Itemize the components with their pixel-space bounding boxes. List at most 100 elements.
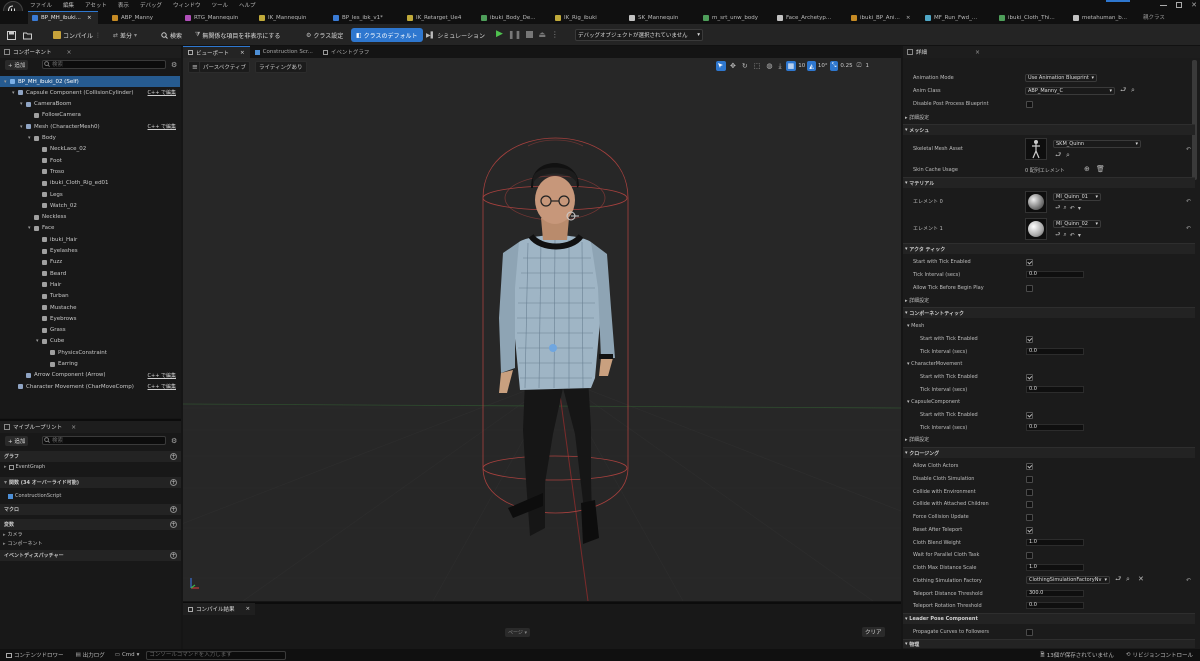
menu-debug[interactable]: デバッグ — [140, 1, 162, 9]
myblueprint-search-input[interactable] — [42, 436, 166, 445]
component-tree-item[interactable]: Earring — [0, 359, 180, 370]
add-icon[interactable]: + — [170, 521, 177, 528]
menu-edit[interactable]: 編集 — [63, 1, 74, 9]
component-search-input[interactable] — [42, 60, 166, 69]
component-tree-item[interactable]: FollowCamera — [0, 110, 180, 121]
page-select[interactable]: ページ ▾ — [505, 628, 530, 637]
animation-mode-select[interactable]: Use Animation Blueprint ▾ — [1025, 74, 1097, 82]
cmd-select[interactable]: ▭ Cmd ▾ — [112, 649, 143, 661]
tab-bp-les-ibk[interactable]: BP_les_ibk_v1* — [329, 11, 387, 24]
reset-icon[interactable]: ↶ — [1186, 198, 1191, 205]
expand-arrow-icon[interactable]: ▸ — [4, 464, 7, 470]
edit-in-cpp-link[interactable]: C++ で編集 — [148, 123, 176, 130]
expand-arrow-icon[interactable]: ▸ — [3, 532, 6, 538]
use-selected-icon[interactable]: ⮐ — [1055, 151, 1061, 162]
tick-interval-input[interactable]: 0.0 — [1026, 271, 1084, 278]
perspective-button[interactable]: パースペクティブ — [199, 61, 251, 73]
reset-icon[interactable]: ↶ — [1070, 232, 1075, 239]
component-tree-item[interactable]: Neckless — [0, 212, 180, 223]
select-mode-icon[interactable] — [716, 61, 726, 71]
scale-snap-icon[interactable]: ⤡ — [829, 61, 839, 71]
mesh-start-tick-checkbox[interactable] — [1026, 336, 1033, 343]
add-element-icon[interactable]: ⊕ — [1084, 165, 1090, 173]
section-dispatchers[interactable]: イベントディスパッチャー + — [0, 550, 181, 561]
component-tree-item[interactable]: Turban — [0, 291, 180, 302]
component-tree-item[interactable]: ▾ CameraBoom — [0, 99, 180, 110]
reset-teleport-checkbox[interactable] — [1026, 527, 1033, 534]
component-tree-item[interactable]: Arrow Component (Arrow) C++ で編集 — [0, 370, 180, 381]
class-defaults-button[interactable]: ◧ クラスのデフォルト — [351, 28, 423, 42]
tab-ik-retarget[interactable]: IK_Retarget_Ue4 — [403, 11, 465, 24]
sim-factory-select[interactable]: ClothingSimulationFactoryNv ▾ — [1026, 576, 1110, 584]
expand-arrow-icon[interactable]: ▾ — [4, 479, 7, 486]
diff-button[interactable]: ⇄ 差分 ▾ — [110, 29, 140, 41]
subsection-character-movement[interactable]: ▾ CharacterMovement — [903, 358, 1195, 369]
tab-sk-mannequin[interactable]: SK_Mannequin — [625, 11, 682, 24]
component-tree-item[interactable]: Eyelashes — [0, 246, 180, 257]
material-0-thumbnail[interactable] — [1025, 191, 1047, 213]
scale-snap-value[interactable]: 0.25 — [840, 63, 852, 69]
maximize-icon[interactable] — [1176, 2, 1183, 8]
component-tree-item[interactable]: NeckLace_02 — [0, 144, 180, 155]
save-icon[interactable] — [6, 30, 16, 40]
clear-button[interactable]: クリア — [862, 627, 885, 637]
section-leader-pose[interactable]: ▾ Leader Pose Component — [903, 613, 1195, 624]
material-1-select[interactable]: MI_Quinn_02 ▾ — [1053, 220, 1101, 228]
close-icon[interactable]: × — [240, 50, 245, 56]
component-tree-item[interactable]: ▾ Capsule Component (CollisionCylinder) C+… — [0, 87, 180, 98]
close-icon[interactable]: × — [67, 49, 72, 56]
component-tree-item[interactable]: Eyebrows — [0, 313, 180, 324]
gear-icon[interactable]: ⚙ — [171, 437, 177, 445]
add-component-button[interactable]: + 追加 — [5, 60, 29, 70]
start-tick-checkbox[interactable] — [1026, 259, 1033, 266]
unsaved-button[interactable]: 🗎 13個が保存されていません — [1037, 649, 1117, 661]
class-settings-button[interactable]: ⚙ クラス設定 — [303, 29, 346, 41]
tab-ibuki-cloth[interactable]: ibuki_Cloth_Thi... — [995, 11, 1059, 24]
eventgraph-item[interactable]: ▸ EventGraph — [4, 464, 45, 470]
browse-icon[interactable] — [22, 30, 32, 40]
viewport[interactable] — [183, 58, 901, 601]
anim-class-select[interactable]: ABP_Manny_C ▾ — [1025, 87, 1115, 95]
scale-mode-icon[interactable]: ⬚ — [752, 61, 763, 71]
cm-tick-interval-input[interactable]: 0.0 — [1026, 386, 1084, 393]
grid-snap-icon[interactable]: ▦ — [785, 61, 797, 71]
find-in-browser-icon[interactable]: ⌕ — [1131, 86, 1135, 95]
rotation-snap-value[interactable]: 10° — [818, 63, 828, 69]
menu-tools[interactable]: ツール — [211, 1, 228, 9]
menu-file[interactable]: ファイル — [30, 1, 52, 9]
capsule-start-tick-checkbox[interactable] — [1026, 412, 1033, 419]
clear-icon[interactable]: ✕ — [1138, 575, 1144, 583]
menu-view[interactable]: 表示 — [118, 1, 129, 9]
lighting-button[interactable]: ライティングあり — [255, 61, 307, 73]
force-collision-checkbox[interactable] — [1026, 514, 1033, 521]
stop-icon[interactable] — [526, 30, 534, 38]
expand-arrow-icon[interactable]: ▸ — [3, 541, 6, 547]
reset-icon[interactable]: ↶ — [1186, 146, 1191, 153]
tab-abp-manny[interactable]: ABP_Manny — [108, 11, 157, 24]
material-0-select[interactable]: MI_Quinn_01 ▾ — [1053, 193, 1101, 201]
component-tree-item[interactable]: ▾ BP_MH_ibuki_02 (Self) — [0, 76, 180, 87]
hide-unrelated-button[interactable]: ⧩ 無関係な項目を非表示にする — [192, 29, 283, 41]
component-tree-item[interactable]: Character Movement (CharMoveComp) C++ で編集 — [0, 381, 180, 392]
simulation-button[interactable]: ▶▌ シミュレーション — [423, 29, 488, 41]
mesh-tick-interval-input[interactable]: 0.0 — [1026, 348, 1084, 355]
debug-object-select[interactable]: デバッグオブジェクトが選択されていません ▾ — [575, 29, 703, 41]
minimize-icon[interactable] — [1160, 4, 1168, 6]
rotation-snap-icon[interactable]: ◭ — [807, 61, 816, 71]
component-tree-item[interactable]: ▾ Body — [0, 133, 180, 144]
surface-snap-icon[interactable]: ⤓ — [776, 61, 783, 71]
component-tree-item[interactable]: ▾ Cube — [0, 336, 180, 347]
add-icon[interactable]: + — [170, 479, 177, 486]
component-tree-item[interactable]: Watch_02 — [0, 200, 180, 211]
browse-asset-icon[interactable]: ⮐ — [1120, 86, 1126, 97]
tab-mf-run-fwd[interactable]: MF_Run_Fwd_... — [921, 11, 981, 24]
section-variables[interactable]: 変数 + — [0, 519, 181, 530]
browse-icon[interactable]: ⌕ — [1126, 575, 1130, 584]
tab-viewport[interactable]: ビューポート × — [183, 46, 250, 58]
section-mesh[interactable]: ▾ メッシュ — [903, 124, 1195, 135]
skeletal-mesh-select[interactable]: SKM_Quinn ▾ — [1053, 140, 1141, 148]
tab-bp-mh-ibuki[interactable]: BP_MH_ibuki... × — [28, 11, 98, 24]
component-tree-item[interactable]: ibuki_Cloth_Rig_ed01 — [0, 178, 180, 189]
skeletal-mesh-thumbnail[interactable] — [1025, 138, 1047, 160]
tab-event-graph[interactable]: イベントグラフ — [318, 46, 375, 58]
